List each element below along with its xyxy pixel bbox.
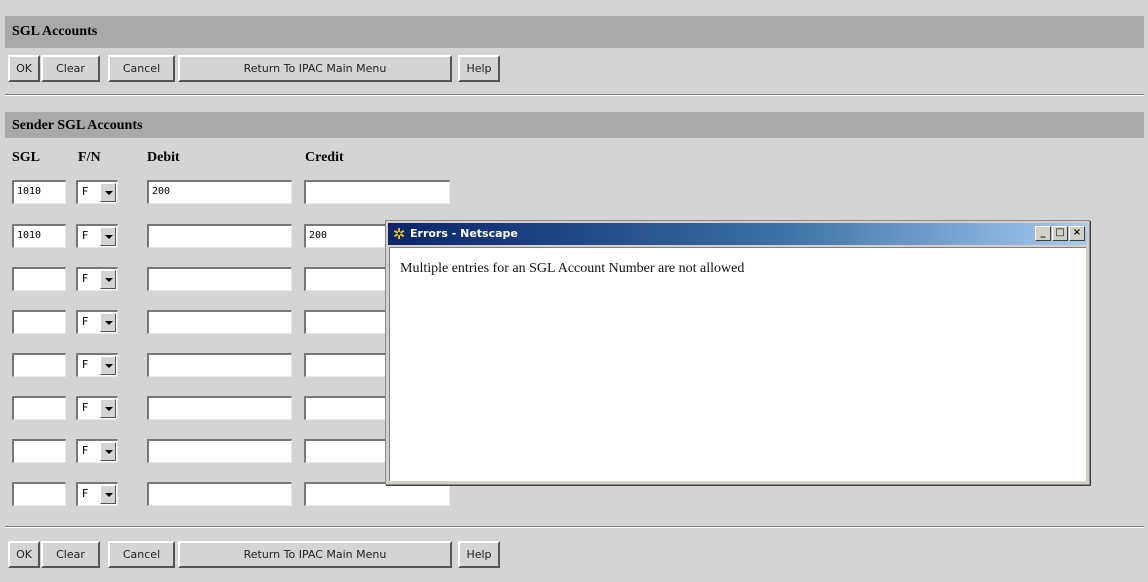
chevron-down-icon[interactable] — [100, 183, 116, 202]
chevron-down-icon[interactable] — [100, 356, 116, 375]
fn-select[interactable]: F — [76, 482, 118, 506]
ok-button[interactable]: OK — [8, 541, 40, 568]
fn-select[interactable]: F — [76, 267, 118, 291]
fn-select[interactable]: F — [76, 310, 118, 334]
chevron-down-icon[interactable] — [100, 399, 116, 418]
debit-input[interactable] — [147, 482, 292, 506]
debit-input[interactable] — [147, 224, 292, 248]
column-header-sgl: SGL — [12, 150, 41, 165]
fn-select[interactable]: F — [76, 439, 118, 463]
sgl-input[interactable] — [12, 482, 66, 506]
dialog-content: Multiple entries for an SGL Account Numb… — [389, 247, 1086, 481]
fn-select[interactable]: F — [76, 396, 118, 420]
dialog-title-bar[interactable]: ✲ Errors - Netscape _ □ × — [388, 223, 1087, 245]
return-to-main-menu-button[interactable]: Return To IPAC Main Menu — [178, 55, 452, 82]
fn-select-value: F — [82, 185, 89, 198]
sgl-input[interactable] — [12, 353, 66, 377]
top-divider — [5, 94, 1144, 96]
page-title: SGL Accounts — [5, 16, 1144, 48]
debit-input[interactable] — [147, 310, 292, 334]
fn-select-value: F — [82, 401, 89, 414]
error-dialog: ✲ Errors - Netscape _ □ × Multiple entri… — [385, 220, 1090, 485]
debit-input[interactable] — [147, 353, 292, 377]
cancel-button[interactable]: Cancel — [108, 541, 175, 568]
chevron-down-icon[interactable] — [100, 313, 116, 332]
chevron-down-icon[interactable] — [100, 442, 116, 461]
ok-button[interactable]: OK — [8, 55, 40, 82]
close-button[interactable]: × — [1069, 226, 1085, 241]
sgl-input[interactable]: 1010 — [12, 224, 66, 248]
error-message: Multiple entries for an SGL Account Numb… — [400, 261, 745, 276]
fn-select[interactable]: F — [76, 180, 118, 204]
fn-select-value: F — [82, 487, 89, 500]
section-title: Sender SGL Accounts — [5, 112, 1144, 138]
debit-input[interactable] — [147, 267, 292, 291]
dialog-title: Errors - Netscape — [410, 227, 518, 240]
fn-select-value: F — [82, 444, 89, 457]
help-button[interactable]: Help — [458, 55, 500, 82]
sgl-input[interactable] — [12, 310, 66, 334]
fn-select-value: F — [82, 358, 89, 371]
fn-select-value: F — [82, 229, 89, 242]
help-button[interactable]: Help — [458, 541, 500, 568]
debit-input[interactable] — [147, 396, 292, 420]
clear-button[interactable]: Clear — [41, 541, 100, 568]
sgl-input[interactable]: 1010 — [12, 180, 66, 204]
return-to-main-menu-button[interactable]: Return To IPAC Main Menu — [178, 541, 452, 568]
credit-input[interactable] — [304, 180, 450, 204]
column-header-fn: F/N — [78, 150, 101, 165]
bottom-divider — [5, 526, 1144, 528]
chevron-down-icon[interactable] — [100, 227, 116, 246]
minimize-button[interactable]: _ — [1035, 226, 1051, 241]
fn-select-value: F — [82, 272, 89, 285]
column-header-debit: Debit — [147, 150, 180, 165]
debit-input[interactable] — [147, 439, 292, 463]
sgl-input[interactable] — [12, 396, 66, 420]
credit-input[interactable] — [304, 482, 450, 506]
sgl-input[interactable] — [12, 439, 66, 463]
column-header-credit: Credit — [305, 150, 344, 165]
debit-input[interactable]: 200 — [147, 180, 292, 204]
chevron-down-icon[interactable] — [100, 485, 116, 504]
fn-select[interactable]: F — [76, 224, 118, 248]
clear-button[interactable]: Clear — [41, 55, 100, 82]
cancel-button[interactable]: Cancel — [108, 55, 175, 82]
netscape-app-icon: ✲ — [392, 225, 406, 243]
fn-select-value: F — [82, 315, 89, 328]
maximize-button[interactable]: □ — [1052, 226, 1068, 241]
chevron-down-icon[interactable] — [100, 270, 116, 289]
sgl-input[interactable] — [12, 267, 66, 291]
fn-select[interactable]: F — [76, 353, 118, 377]
